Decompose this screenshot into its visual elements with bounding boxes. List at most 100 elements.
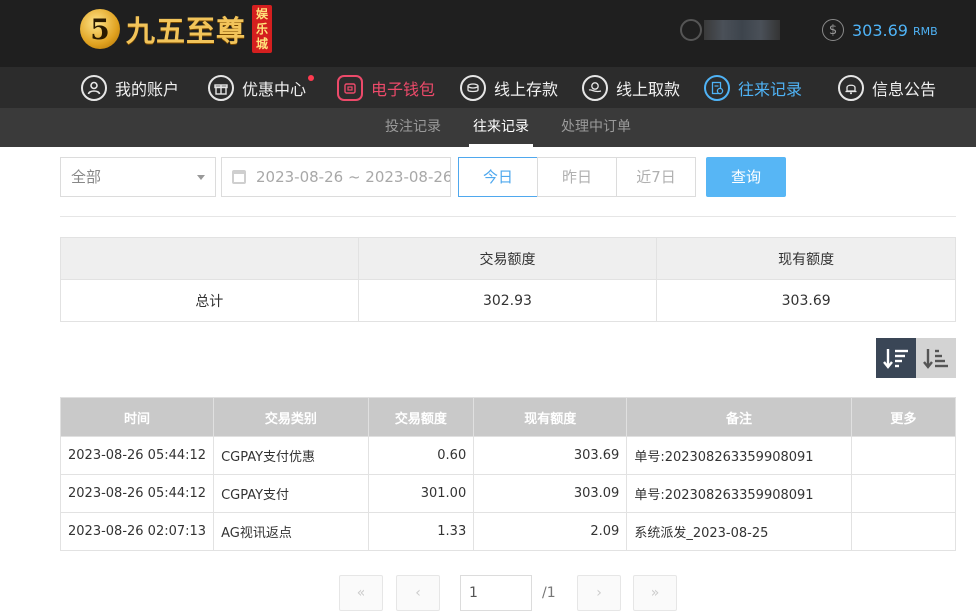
logo-tag: 娱乐城 — [252, 5, 273, 53]
cell-note: 单号:202308263359908091 — [626, 474, 852, 513]
col-more: 更多 — [850, 397, 957, 437]
notification-dot — [308, 75, 315, 81]
nav-label: 往来记录 — [738, 80, 803, 99]
dollar-coin-icon: $ — [822, 19, 844, 41]
cell-more[interactable] — [850, 474, 957, 513]
user-avatar-icon — [680, 19, 702, 41]
cell-time: 2023-08-26 02:07:13 — [59, 512, 215, 551]
col-type: 交易类别 — [213, 397, 369, 437]
chevron-right-icon: › — [596, 585, 602, 601]
type-select[interactable]: 全部 — [60, 157, 216, 197]
cell-amount: 1.33 — [367, 512, 475, 551]
cell-time: 2023-08-26 05:44:12 — [59, 436, 215, 475]
calendar-icon — [232, 170, 246, 184]
last-page-button[interactable]: » — [633, 575, 677, 611]
sort-descending-button[interactable] — [876, 338, 916, 378]
cell-more[interactable] — [850, 436, 957, 475]
col-time: 时间 — [59, 397, 215, 437]
username-masked — [704, 20, 780, 40]
balance-display: $ 303.69 RMB — [822, 18, 938, 42]
sort-ascending-button[interactable] — [916, 338, 956, 378]
range-yesterday-button[interactable]: 昨日 — [537, 157, 617, 197]
nav-transaction-records[interactable]: 往来记录 — [704, 73, 802, 103]
divider — [60, 216, 956, 217]
cell-balance: 2.09 — [473, 512, 628, 551]
range-7days-button[interactable]: 近7日 — [616, 157, 696, 197]
col-balance: 现有额度 — [473, 397, 628, 437]
cell-note: 单号:202308263359908091 — [626, 436, 852, 475]
main-nav: 我的账户 优惠中心 电子钱包 线上存款 线上取款 往来记录 信息公告 — [0, 67, 976, 108]
nav-my-account[interactable]: 我的账户 — [81, 73, 179, 103]
wallet-icon — [337, 75, 363, 101]
cell-amount: 301.00 — [367, 474, 475, 513]
user-icon — [81, 75, 107, 101]
table-row[interactable]: 2023-08-26 02:07:13 AG视讯返点 1.33 2.09 系统派… — [59, 512, 957, 551]
deposit-icon — [460, 75, 486, 101]
tab-transaction-records[interactable]: 往来记录 — [469, 108, 533, 147]
cell-type: CGPAY支付 — [213, 474, 369, 513]
summary-total-row: 总计 302.93 303.69 — [60, 279, 956, 322]
summary-header-row: 交易额度 现有额度 — [60, 237, 956, 280]
table-row[interactable]: 2023-08-26 05:44:12 CGPAY支付 301.00 303.0… — [59, 474, 957, 513]
range-today-button[interactable]: 今日 — [458, 157, 538, 197]
double-chevron-right-icon: » — [650, 585, 660, 601]
withdraw-icon — [582, 75, 608, 101]
summary-header-current: 现有额度 — [656, 237, 956, 280]
cell-note: 系统派发_2023-08-25 — [626, 512, 852, 551]
chevron-left-icon: ‹ — [415, 585, 421, 601]
summary-table: 交易额度 现有额度 总计 302.93 303.69 — [60, 237, 956, 322]
type-select-value: 全部 — [71, 168, 102, 186]
nav-online-withdraw[interactable]: 线上取款 — [582, 73, 680, 103]
sort-ascending-icon — [923, 349, 948, 369]
query-button[interactable]: 查询 — [706, 157, 786, 197]
col-amount: 交易额度 — [367, 397, 475, 437]
table-row[interactable]: 2023-08-26 05:44:12 CGPAY支付优惠 0.60 303.6… — [59, 436, 957, 475]
cell-more[interactable] — [850, 512, 957, 551]
date-range-value: 2023-08-26 ~ 2023-08-26 — [256, 168, 451, 186]
tab-pending-orders[interactable]: 处理中订单 — [561, 108, 631, 147]
site-logo[interactable]: 5 九五至尊 娱乐城 — [80, 4, 273, 54]
logo-tag-text: 娱乐城 — [256, 7, 269, 51]
nav-label: 电子钱包 — [371, 80, 436, 99]
top-bar: 5 九五至尊 娱乐城 $ 303.69 RMB — [0, 0, 976, 67]
nav-label: 信息公告 — [872, 80, 937, 99]
page-input-value: 1 — [469, 585, 478, 601]
summary-total-label: 总计 — [60, 279, 359, 322]
cell-balance: 303.09 — [473, 474, 628, 513]
nav-label: 线上取款 — [616, 80, 681, 99]
nav-online-deposit[interactable]: 线上存款 — [460, 73, 558, 103]
logo-mark: 5 — [80, 9, 120, 49]
bell-icon — [838, 75, 864, 101]
prev-page-button[interactable]: ‹ — [396, 575, 440, 611]
gift-icon — [208, 75, 234, 101]
next-page-button[interactable]: › — [577, 575, 621, 611]
col-note: 备注 — [626, 397, 852, 437]
double-chevron-left-icon: « — [356, 585, 366, 601]
cell-time: 2023-08-26 05:44:12 — [59, 474, 215, 513]
first-page-button[interactable]: « — [339, 575, 383, 611]
cell-amount: 0.60 — [367, 436, 475, 475]
tab-bet-records[interactable]: 投注记录 — [385, 108, 441, 147]
summary-current-total: 303.69 — [656, 279, 956, 322]
page-input[interactable]: 1 — [460, 575, 532, 611]
cell-balance: 303.69 — [473, 436, 628, 475]
logo-text: 九五至尊 — [126, 14, 247, 48]
sort-descending-icon — [883, 349, 908, 369]
nav-e-wallet[interactable]: 电子钱包 — [337, 73, 435, 103]
cell-type: CGPAY支付优惠 — [213, 436, 369, 475]
chevron-down-icon — [197, 175, 205, 180]
balance-amount: 303.69 — [852, 20, 908, 40]
records-header-row: 时间 交易类别 交易额度 现有额度 备注 更多 — [59, 397, 957, 437]
summary-header-blank — [60, 237, 359, 280]
records-icon — [704, 75, 730, 101]
page-total: /1 — [542, 585, 556, 601]
user-account[interactable] — [680, 18, 780, 42]
nav-announcements[interactable]: 信息公告 — [838, 73, 936, 103]
date-range-input[interactable]: 2023-08-26 ~ 2023-08-26 — [221, 157, 451, 197]
summary-trade-total: 302.93 — [357, 279, 658, 322]
records-table: 时间 交易类别 交易额度 现有额度 备注 更多 2023-08-26 05:44… — [59, 397, 957, 551]
nav-promotions[interactable]: 优惠中心 — [208, 73, 315, 103]
nav-label: 线上存款 — [494, 80, 559, 99]
balance-unit: RMB — [912, 25, 938, 38]
cell-type: AG视讯返点 — [213, 512, 369, 551]
